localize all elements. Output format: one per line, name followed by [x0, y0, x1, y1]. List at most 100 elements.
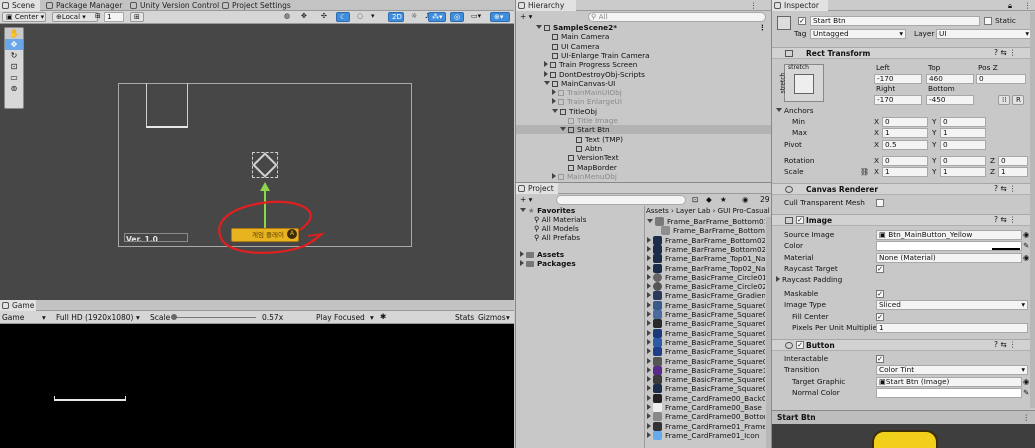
asset-item[interactable]: Frame_BasicFrame_Square0 — [645, 337, 765, 347]
play-mode-dropdown[interactable]: Play Focused ▾ — [316, 313, 376, 322]
expand-arrow-icon[interactable] — [647, 422, 651, 429]
expand-arrow-icon[interactable] — [552, 108, 558, 113]
expand-arrow-icon[interactable] — [647, 236, 651, 243]
asset-item[interactable]: Frame_BasicFrame_Square0 — [645, 347, 765, 357]
search-by-label-icon[interactable]: ◆ — [706, 195, 712, 204]
anchor-max-y[interactable]: 1 — [940, 128, 986, 138]
tab-inspector[interactable]: Inspector — [772, 0, 828, 11]
expand-arrow-icon[interactable] — [647, 413, 651, 420]
packages-folder[interactable]: Packages — [520, 259, 644, 268]
hierarchy-item[interactable]: DontDestroyObj-Scripts — [516, 70, 771, 79]
tag-dropdown[interactable]: Untagged ▾ — [810, 29, 906, 39]
hierarchy-item[interactable]: TitleObj — [516, 107, 771, 116]
object-picker-icon[interactable]: ◉ — [1023, 377, 1029, 387]
expand-arrow-icon[interactable] — [647, 255, 651, 262]
anchor-max-x[interactable]: 1 — [882, 128, 928, 138]
object-picker-icon[interactable]: ◉ — [1023, 230, 1029, 240]
raycast-target-checkbox[interactable]: ✓ — [876, 265, 884, 273]
collapse-arrow-icon[interactable] — [552, 89, 556, 96]
asset-item[interactable]: Frame_BasicFrame_Square0 — [645, 356, 765, 366]
asset-item[interactable]: Frame_BarFrame_Top02_Nav — [645, 263, 765, 273]
asset-item[interactable]: Frame_BasicFrame_Square0 — [645, 375, 765, 385]
asset-item[interactable]: Frame_BasicFrame_Gradient — [645, 291, 765, 301]
image-type-dropdown[interactable]: Sliced ▾ — [876, 300, 1028, 310]
expand-arrow-icon[interactable] — [647, 385, 651, 392]
expand-arrow-icon[interactable] — [647, 264, 651, 271]
asset-item[interactable]: Frame_CardFrame00_BackG — [645, 393, 765, 403]
preview-header[interactable]: Start Btn ⋮ — [772, 410, 1035, 424]
object-picker-icon[interactable]: ◉ — [1023, 253, 1029, 263]
maskable-checkbox[interactable]: ✓ — [876, 290, 884, 298]
hierarchy-search-input[interactable]: ⚲ All — [588, 12, 766, 22]
asset-item[interactable]: Frame_BasicFrame_Square0 — [645, 319, 765, 329]
expand-arrow-icon[interactable] — [647, 292, 651, 299]
hidden-packages-icon[interactable]: ◉ — [742, 195, 749, 204]
component-menu-icons[interactable]: ? ⇆ ⋮ — [994, 215, 1017, 224]
eyedropper-icon[interactable]: ✎ — [1023, 388, 1029, 398]
expand-arrow-icon[interactable] — [647, 376, 651, 383]
asset-item[interactable]: Frame_BarFrame_Top01_Nav — [645, 254, 765, 264]
expand-arrow-icon[interactable] — [647, 348, 651, 355]
expand-arrow-icon[interactable] — [647, 245, 651, 252]
favorite-item[interactable]: ⚲ All Models — [534, 224, 644, 233]
posz-field[interactable]: 0 — [976, 74, 1026, 84]
component-menu-icons[interactable]: ? ⇆ ⋮ — [994, 48, 1017, 57]
component-menu-icons[interactable]: ? ⇆ ⋮ — [994, 184, 1017, 193]
asset-item[interactable]: Frame_CardFrame00_Base — [645, 403, 765, 412]
asset-item[interactable]: Frame_CardFrame01_Icon — [645, 430, 765, 440]
expand-arrow-icon[interactable] — [536, 25, 542, 29]
breadcrumb-item[interactable]: Assets — [646, 207, 669, 215]
expand-arrow-icon[interactable] — [647, 329, 651, 336]
collapse-arrow-icon[interactable] — [552, 172, 556, 179]
right-field[interactable]: -170 — [874, 95, 922, 105]
expand-arrow-icon[interactable] — [544, 80, 550, 85]
pivot-y[interactable]: 0 — [940, 140, 986, 150]
hierarchy-item[interactable]: MapBorder — [516, 163, 771, 172]
hierarchy-item[interactable]: TrainMainUIObj — [516, 88, 771, 97]
hierarchy-menu-icon[interactable]: ⋮ — [750, 1, 758, 10]
asset-item[interactable]: Frame_BarFrame_Bottom01_ — [645, 217, 765, 226]
breadcrumb-item[interactable]: GUI Pro-Casual — [718, 207, 770, 215]
resolution-dropdown[interactable]: Full HD (1920x1080) ▾ — [56, 313, 144, 322]
create-button[interactable]: + ▾ — [520, 12, 532, 21]
expand-arrow-icon[interactable] — [647, 357, 651, 364]
tab-hierarchy[interactable]: Hierarchy — [516, 0, 576, 11]
source-image-field[interactable]: ▣ Btn_MainButton_Yellow — [876, 230, 1022, 240]
scene-menu-icon[interactable]: ⋮ — [759, 23, 766, 32]
lock-icon[interactable]: 🔒︎ — [1008, 1, 1012, 11]
asset-item[interactable]: Frame_BarFrame_Bottom02_ — [645, 235, 765, 245]
inspector-scrollbar[interactable] — [1030, 12, 1035, 408]
tab-game[interactable]: Game — [0, 300, 36, 311]
rotation-y[interactable]: 0 — [940, 156, 986, 166]
inspector-menu-icon[interactable]: ⋮ — [1024, 1, 1032, 10]
asset-item[interactable]: Frame_BasicFrame_Square0 — [645, 300, 765, 310]
project-create-button[interactable]: + ▾ — [520, 195, 532, 204]
active-checkbox[interactable]: ✓ — [798, 17, 806, 25]
tab-project[interactable]: Project — [516, 183, 558, 194]
fill-center-checkbox[interactable]: ✓ — [876, 313, 884, 321]
asset-item[interactable]: Frame_BasicFrame_Square0 — [645, 384, 765, 394]
expand-arrow-icon[interactable] — [647, 283, 651, 290]
scale-slider[interactable] — [172, 317, 256, 318]
top-field[interactable]: 460 — [926, 74, 974, 84]
rotation-z[interactable]: 0 — [998, 156, 1028, 166]
object-name-field[interactable]: Start Btn — [810, 16, 980, 26]
breadcrumb-item[interactable]: Layer Lab — [676, 207, 710, 215]
image-enabled-checkbox[interactable]: ✓ — [796, 216, 804, 224]
collapse-arrow-icon[interactable] — [544, 70, 548, 77]
favorites-header[interactable]: ★ Favorites — [520, 206, 644, 215]
raycast-padding-label[interactable]: Raycast Padding — [776, 275, 842, 285]
raw-edit-button[interactable]: R — [1012, 95, 1024, 105]
gizmos-dropdown-icon[interactable]: ▾ — [506, 313, 510, 322]
asset-item[interactable]: Frame_BasicFrame_Circle01 — [645, 272, 765, 282]
anchor-min-y[interactable]: 0 — [940, 117, 986, 127]
expand-arrow-icon[interactable] — [647, 273, 651, 280]
gizmos-button[interactable]: Gizmos — [478, 313, 506, 322]
hierarchy-item[interactable]: Title Image — [516, 116, 771, 125]
component-menu-icons[interactable]: ? ⇆ ⋮ — [994, 340, 1017, 349]
pivot-x[interactable]: 0.5 — [882, 140, 928, 150]
hierarchy-item[interactable]: VersionText — [516, 153, 771, 162]
hierarchy-item[interactable]: Train EnlargeUI — [516, 97, 771, 106]
expand-arrow-icon[interactable] — [647, 301, 651, 308]
project-search-input[interactable] — [556, 195, 686, 205]
